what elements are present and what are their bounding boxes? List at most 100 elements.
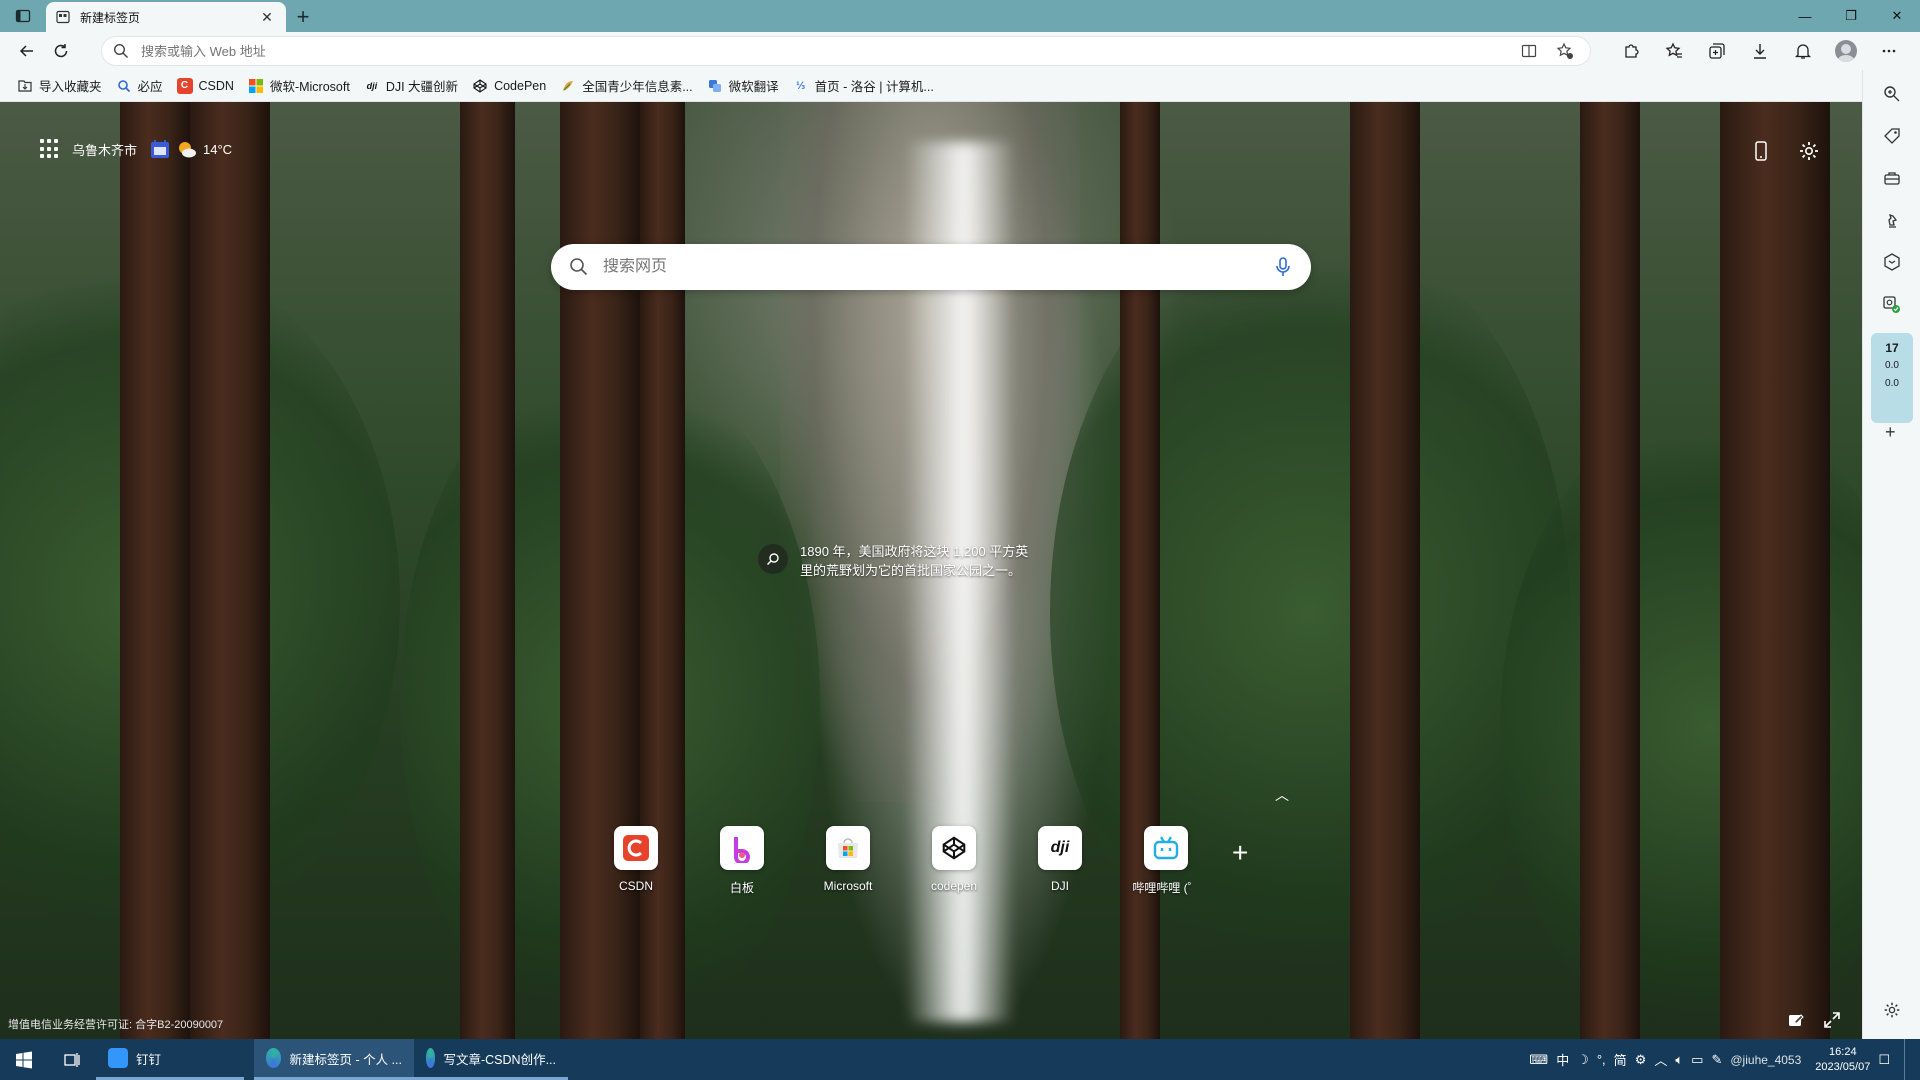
settings-more-button[interactable]: [1867, 35, 1910, 67]
favorite-label: DJI 大疆创新: [385, 80, 459, 94]
favorites-button[interactable]: [1652, 35, 1695, 67]
ime-settings-icon[interactable]: ⚙: [1635, 1052, 1647, 1068]
image-caption[interactable]: 1890 年，美国政府将这块 1,200 平方英 里的荒野划为它的首批国家公园之…: [758, 542, 1028, 580]
refresh-button[interactable]: [44, 35, 78, 67]
quick-link-label: Microsoft: [823, 879, 873, 893]
notification-center-icon[interactable]: ☐: [1878, 1052, 1890, 1068]
sidebar-tools-button[interactable]: [1880, 166, 1904, 190]
mobile-device-button[interactable]: [1748, 138, 1774, 164]
address-input[interactable]: [141, 43, 1515, 59]
web-search-input[interactable]: [603, 258, 1273, 276]
bing-search-icon: [116, 78, 132, 94]
extensions-button[interactable]: [1609, 35, 1652, 67]
background-tree-trunk: [560, 102, 640, 1039]
refresh-icon: [54, 44, 68, 58]
avatar: [1834, 40, 1857, 62]
apps-grid-icon[interactable]: [40, 139, 60, 159]
profile-button[interactable]: [1824, 35, 1867, 67]
favorite-csdn[interactable]: C CSDN: [170, 73, 241, 99]
moon-icon[interactable]: ☽: [1577, 1052, 1589, 1068]
image-search-icon[interactable]: [758, 544, 788, 574]
weather-widget[interactable]: 14°C: [149, 138, 232, 160]
gear-icon: [1884, 1002, 1900, 1018]
sidebar-games-button[interactable]: [1880, 208, 1904, 232]
add-favorite-button[interactable]: [1551, 38, 1579, 64]
favorite-luogu[interactable]: ⅓ 首页 - 洛谷 | 计算机...: [786, 73, 941, 99]
sidebar-settings-button[interactable]: [1880, 998, 1904, 1022]
star-add-icon: [1556, 42, 1573, 59]
taskbar-app-label: 钉钉: [136, 1052, 162, 1067]
add-quick-link-button[interactable]: +: [1232, 837, 1248, 869]
reading-view-icon: [1521, 44, 1537, 58]
keyboard-icon[interactable]: ⌨: [1529, 1052, 1548, 1068]
quick-link-bilibili[interactable]: 哔哩哔哩 (゜: [1113, 826, 1219, 896]
import-favorites-icon: [17, 78, 33, 94]
new-tab-button[interactable]: +: [286, 2, 320, 32]
punctuation-icon[interactable]: °,: [1597, 1052, 1606, 1067]
show-desktop-button[interactable]: [1904, 1039, 1910, 1080]
fullscreen-background-button[interactable]: [1822, 1010, 1842, 1030]
clock[interactable]: 16:24 2023/05/07: [1815, 1045, 1870, 1075]
taskbar-app-dingtalk[interactable]: 钉钉: [96, 1039, 244, 1080]
favorite-youth-info[interactable]: 全国青少年信息素...: [553, 73, 699, 99]
chevron-up-icon[interactable]: ︿: [1654, 1050, 1667, 1069]
address-bar[interactable]: [101, 36, 1591, 66]
volume-icon[interactable]: 🔈︎: [1675, 1052, 1683, 1068]
start-button[interactable]: [0, 1039, 48, 1080]
minimize-button[interactable]: —: [1782, 0, 1828, 32]
ime-mode[interactable]: 中: [1556, 1050, 1569, 1069]
sidebar-add-button[interactable]: +: [1885, 422, 1896, 443]
back-button[interactable]: [10, 35, 44, 67]
ime-charset[interactable]: 简: [1614, 1050, 1627, 1069]
sidebar-shopping-button[interactable]: [1880, 124, 1904, 148]
gear-icon: [1800, 142, 1818, 160]
favorite-translator[interactable]: 微软翻译: [700, 73, 786, 99]
quick-link-whiteboard[interactable]: 白板: [689, 826, 795, 896]
task-view-button[interactable]: [48, 1039, 96, 1080]
close-window-button[interactable]: ✕: [1874, 0, 1920, 32]
web-search-box[interactable]: [551, 244, 1311, 290]
quick-link-microsoft[interactable]: Microsoft: [795, 826, 901, 896]
close-tab-button[interactable]: ✕: [258, 8, 276, 26]
favorite-import[interactable]: 导入收藏夹: [10, 73, 109, 99]
downloads-button[interactable]: [1738, 35, 1781, 67]
windows-logo-icon: [16, 1051, 32, 1068]
network-speed-widget[interactable]: 17 0.0 0.0: [1871, 333, 1913, 423]
collections-button[interactable]: [1695, 35, 1738, 67]
favorite-label: 微软翻译: [728, 80, 779, 94]
temperature: 14°C: [203, 141, 233, 157]
tab-actions-menu-button[interactable]: [0, 0, 46, 32]
sidebar-search-button[interactable]: [1880, 82, 1904, 106]
favorite-codepen[interactable]: CodePen: [465, 73, 553, 99]
restore-button[interactable]: ❐: [1828, 0, 1874, 32]
network-icon[interactable]: ▭: [1691, 1052, 1703, 1068]
page-settings-button[interactable]: [1796, 138, 1822, 164]
clock-date: 2023/05/07: [1815, 1060, 1871, 1073]
codepen-icon: [472, 78, 488, 94]
quick-link-tile: [720, 826, 764, 870]
edit-background-button[interactable]: [1786, 1010, 1806, 1030]
taskbar-app-edge-newtab[interactable]: 新建标签页 - 个人 ...: [254, 1039, 414, 1080]
office-icon: [1884, 253, 1900, 271]
bell-icon: [1794, 44, 1811, 59]
notifications-button[interactable]: [1781, 35, 1824, 67]
taskbar-app-edge-csdn[interactable]: 写文章-CSDN创作...: [414, 1039, 568, 1080]
chevron-up-icon[interactable]: ︿: [1275, 785, 1289, 805]
reading-view-button[interactable]: [1515, 38, 1543, 64]
microsoft-store-icon: [838, 838, 858, 858]
sidebar-office-button[interactable]: [1880, 250, 1904, 274]
quick-link-csdn[interactable]: CSDN: [583, 826, 689, 896]
tab-new-tab[interactable]: 新建标签页 ✕: [46, 2, 286, 32]
quick-link-codepen[interactable]: codepen: [901, 826, 1007, 896]
location-label[interactable]: 乌鲁木齐市: [72, 140, 137, 159]
pen-icon[interactable]: ✎: [1711, 1052, 1722, 1068]
favorite-bing[interactable]: 必应: [109, 73, 170, 99]
youth-info-icon: [560, 78, 576, 94]
partly-cloudy-icon: [179, 142, 197, 158]
favorite-microsoft[interactable]: 微软-Microsoft: [241, 73, 357, 99]
license-text[interactable]: 增值电信业务经营许可证: 合字B2-20090007: [8, 1016, 223, 1032]
microphone-icon[interactable]: [1273, 256, 1293, 278]
quick-link-dji[interactable]: dji DJI: [1007, 826, 1113, 896]
sidebar-outlook-button[interactable]: [1880, 292, 1904, 316]
favorite-dji[interactable]: dji DJI 大疆创新: [357, 73, 465, 99]
